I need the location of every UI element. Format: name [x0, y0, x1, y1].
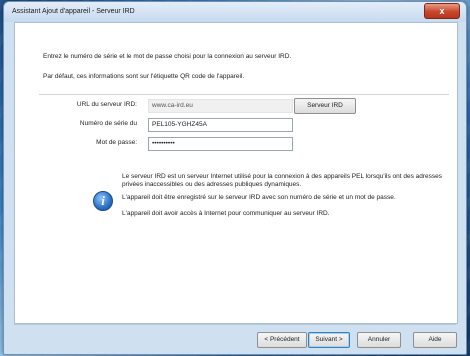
intro-text-2: Par défaut, ces informations sont sur l'… [43, 73, 245, 80]
next-button[interactable]: Suivant > [308, 332, 350, 348]
url-label: URL du serveur IRD: [76, 101, 137, 108]
intro-text-1: Entrez le numéro de série et le mot de p… [43, 53, 292, 60]
password-input[interactable]: •••••••••• [148, 137, 293, 151]
serveur-ird-button[interactable]: Serveur IRD [294, 98, 356, 114]
info-paragraph-3: L'appareil doit avoir accès à Internet p… [122, 210, 330, 217]
close-button[interactable]: x [424, 3, 460, 19]
dialog-window: Assistant Ajout d'appareil - Serveur IRD… [3, 1, 467, 355]
help-button[interactable]: Aide [413, 332, 457, 348]
url-field: www.ca-ird.eu [148, 99, 293, 113]
previous-button[interactable]: < Précédent [257, 332, 307, 348]
info-paragraph-1: Le serveur IRD est un serveur Internet u… [122, 173, 443, 188]
info-icon: i [93, 191, 113, 211]
password-label: Mot de passe: [96, 139, 137, 146]
footer-divider [14, 324, 456, 325]
serial-number-input[interactable]: PEL105-YGHZ45A [148, 118, 293, 132]
window-title: Assistant Ajout d'appareil - Serveur IRD [12, 8, 135, 15]
cancel-button[interactable]: Annuler [357, 332, 401, 348]
serial-label: Numéro de série du [79, 120, 137, 127]
title-bar: Assistant Ajout d'appareil - Serveur IRD… [4, 2, 466, 22]
divider [39, 94, 449, 95]
wizard-content: Entrez le numéro de série et le mot de p… [14, 22, 458, 324]
info-paragraph-2: L'appareil doit être enregistré sur le s… [122, 194, 396, 201]
